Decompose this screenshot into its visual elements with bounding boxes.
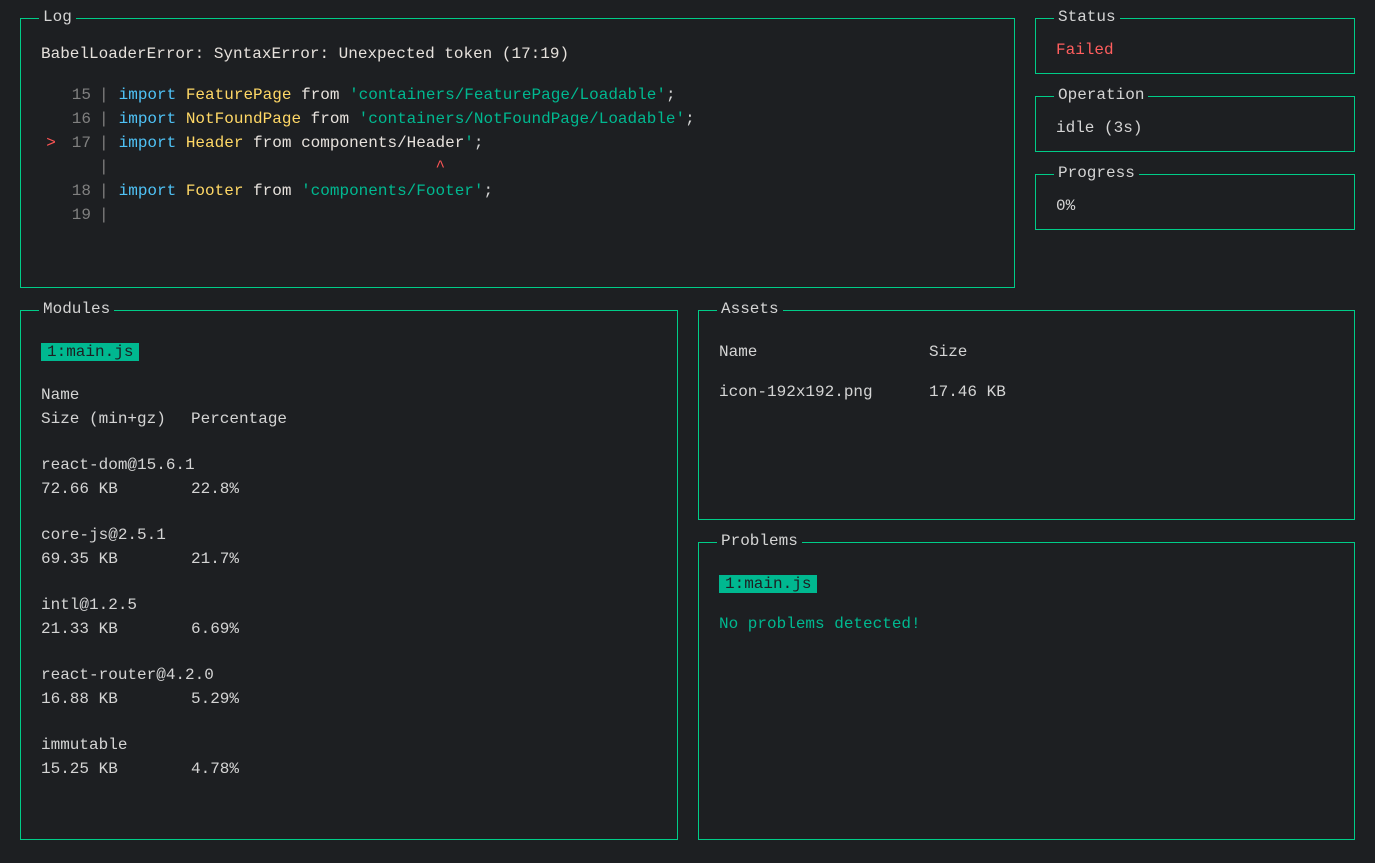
module-percentage: 5.29% [191, 687, 239, 711]
log-title: Log [39, 8, 76, 26]
asset-name: icon-192x192.png [719, 383, 929, 401]
string-literal: ' [464, 131, 474, 155]
module-size: 72.66 KB [41, 477, 191, 501]
plain-text: components/Header [301, 131, 464, 155]
problems-panel: Problems 1:main.js No problems detected! [698, 542, 1355, 840]
line-separator: | [99, 203, 119, 227]
asset-size: 17.46 KB [929, 383, 1006, 401]
line-separator: | [99, 179, 119, 203]
identifier: Header [186, 131, 244, 155]
module-size: 21.33 KB [41, 617, 191, 641]
operation-value: idle (3s) [1056, 119, 1334, 137]
identifier: NotFoundPage [186, 107, 301, 131]
assets-header-size: Size [929, 343, 967, 361]
module-size: 69.35 KB [41, 547, 191, 571]
log-panel: Log BabelLoaderError: SyntaxError: Unexp… [20, 18, 1015, 288]
code-line-17: > 17 | import Header from components/Hea… [41, 131, 994, 155]
caret-indicator: ^ [119, 155, 445, 179]
semicolon: ; [685, 107, 695, 131]
module-percentage: 6.69% [191, 617, 239, 641]
line-number: 19 [61, 203, 99, 227]
gutter-marker [41, 179, 61, 203]
module-percentage: 21.7% [191, 547, 239, 571]
identifier: Footer [186, 179, 244, 203]
string-literal: 'components/Footer' [301, 179, 483, 203]
module-name: react-dom@15.6.1 [41, 453, 657, 477]
line-number [61, 155, 99, 179]
line-number: 16 [61, 107, 99, 131]
gutter-marker [41, 83, 61, 107]
problems-file-badge[interactable]: 1:main.js [719, 575, 817, 593]
keyword-from: from [253, 131, 291, 155]
line-separator: | [99, 131, 119, 155]
module-name: immutable [41, 733, 657, 757]
code-line-18: 18 | import Footer from 'components/Foot… [41, 179, 994, 203]
asset-row: icon-192x192.png 17.46 KB [719, 383, 1334, 401]
status-title: Status [1054, 8, 1120, 26]
modules-panel: Modules 1:main.js Name Size (min+gz) Per… [20, 310, 678, 840]
code-line-19: 19 | [41, 203, 994, 227]
module-name: react-router@4.2.0 [41, 663, 657, 687]
identifier: FeaturePage [186, 83, 292, 107]
module-row: core-js@2.5.1 69.35 KB 21.7% [41, 523, 657, 571]
keyword-from: from [311, 107, 349, 131]
modules-header-percentage: Percentage [191, 407, 287, 431]
keyword-import: import [119, 131, 177, 155]
module-row: react-router@4.2.0 16.88 KB 5.29% [41, 663, 657, 711]
string-literal: 'containers/FeaturePage/Loadable' [349, 83, 666, 107]
gutter-marker [41, 155, 61, 179]
line-number: 17 [61, 131, 99, 155]
module-row: react-dom@15.6.1 72.66 KB 22.8% [41, 453, 657, 501]
line-separator: | [99, 155, 119, 179]
semicolon: ; [484, 179, 494, 203]
code-line-16: 16 | import NotFoundPage from 'container… [41, 107, 994, 131]
progress-panel: Progress 0% [1035, 174, 1355, 230]
module-percentage: 22.8% [191, 477, 239, 501]
progress-value: 0% [1056, 197, 1334, 215]
keyword-import: import [119, 83, 177, 107]
modules-file-badge[interactable]: 1:main.js [41, 343, 139, 361]
assets-title: Assets [717, 300, 783, 318]
error-pointer-icon: > [41, 131, 61, 155]
operation-title: Operation [1054, 86, 1148, 104]
status-value: Failed [1056, 41, 1334, 59]
status-panel: Status Failed [1035, 18, 1355, 74]
keyword-import: import [119, 107, 177, 131]
module-row: intl@1.2.5 21.33 KB 6.69% [41, 593, 657, 641]
modules-header-size: Size (min+gz) [41, 407, 191, 431]
error-message: BabelLoaderError: SyntaxError: Unexpecte… [41, 45, 994, 63]
module-name: intl@1.2.5 [41, 593, 657, 617]
gutter-marker [41, 107, 61, 131]
module-percentage: 4.78% [191, 757, 239, 781]
module-size: 16.88 KB [41, 687, 191, 711]
assets-header-name: Name [719, 343, 929, 361]
keyword-from: from [253, 179, 291, 203]
operation-panel: Operation idle (3s) [1035, 96, 1355, 152]
modules-title: Modules [39, 300, 114, 318]
module-size: 15.25 KB [41, 757, 191, 781]
line-number: 18 [61, 179, 99, 203]
module-name: core-js@2.5.1 [41, 523, 657, 547]
progress-title: Progress [1054, 164, 1139, 182]
line-separator: | [99, 107, 119, 131]
code-line-15: 15 | import FeaturePage from 'containers… [41, 83, 994, 107]
line-number: 15 [61, 83, 99, 107]
semicolon: ; [666, 83, 676, 107]
semicolon: ; [474, 131, 484, 155]
caret-line: | ^ [41, 155, 994, 179]
string-literal: 'containers/NotFoundPage/Loadable' [359, 107, 685, 131]
keyword-from: from [301, 83, 339, 107]
module-row: immutable 15.25 KB 4.78% [41, 733, 657, 781]
assets-panel: Assets Name Size icon-192x192.png 17.46 … [698, 310, 1355, 520]
problems-title: Problems [717, 532, 802, 550]
modules-header-name: Name [41, 383, 657, 407]
gutter-marker [41, 203, 61, 227]
problems-message: No problems detected! [719, 615, 1334, 633]
line-separator: | [99, 83, 119, 107]
keyword-import: import [119, 179, 177, 203]
